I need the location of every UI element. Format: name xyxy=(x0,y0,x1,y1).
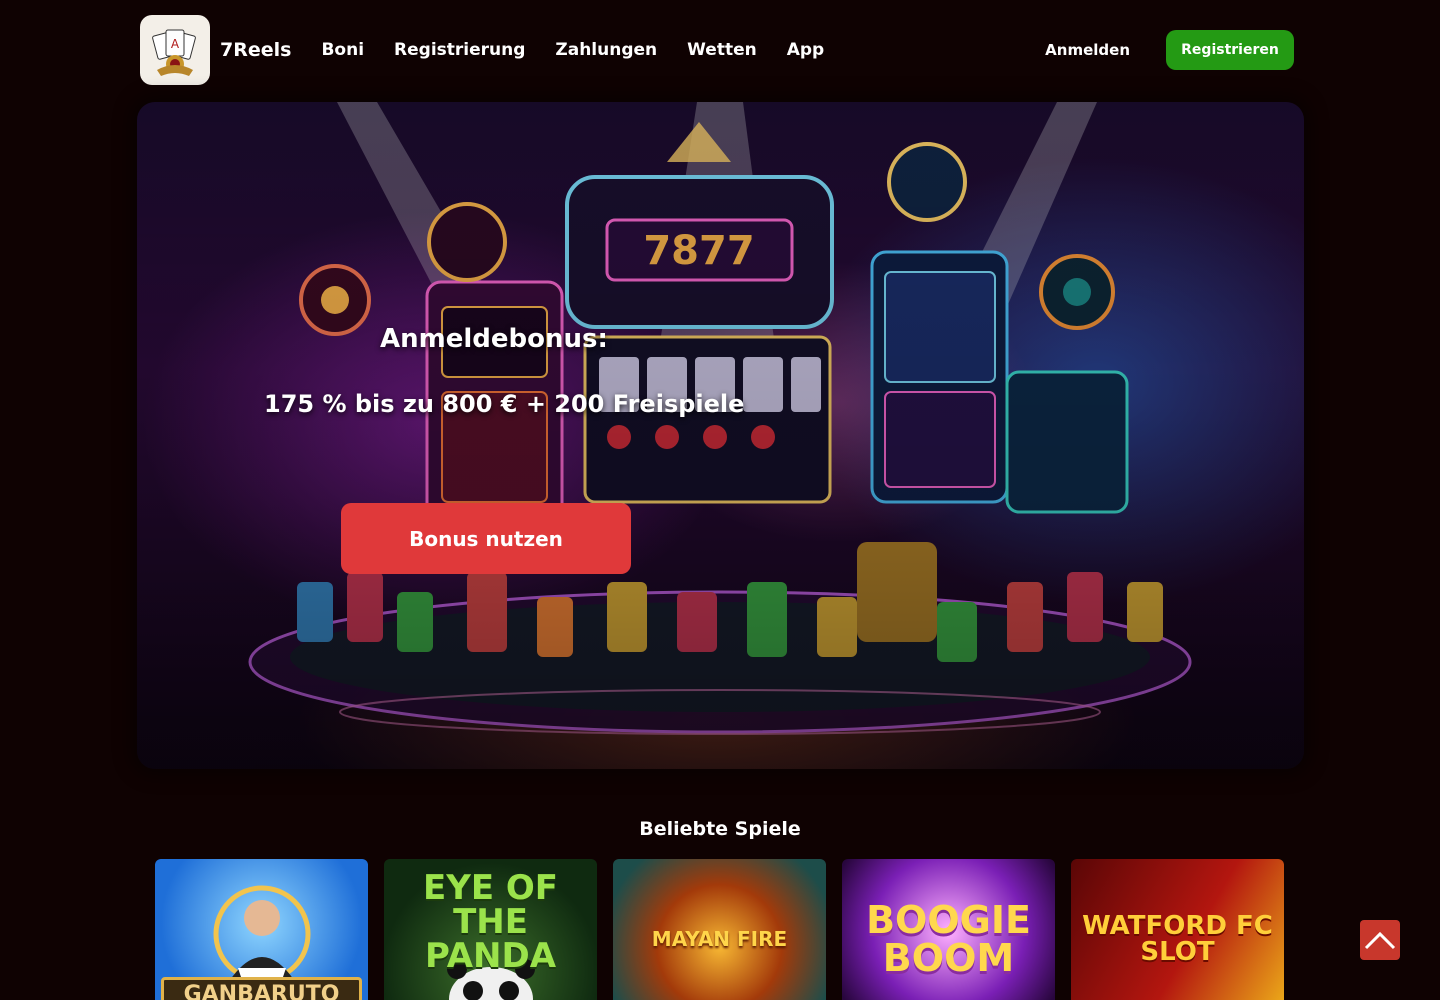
register-button[interactable]: Registrieren xyxy=(1166,30,1294,70)
hero-title: Anmeldebonus: xyxy=(380,324,608,354)
game-card-watford-fc-slot[interactable]: WATFORD FC SLOT xyxy=(1071,859,1284,1000)
hero-bonus-text: 175 % bis zu 800 € + 200 Freispiele xyxy=(264,390,745,418)
main-nav: Boni Registrierung Zahlungen Wetten App xyxy=(321,40,824,60)
svg-text:A: A xyxy=(171,37,180,51)
bonus-cta-button[interactable]: Bonus nutzen xyxy=(341,503,631,574)
nav-boni[interactable]: Boni xyxy=(321,40,364,60)
hero-overlay xyxy=(137,102,1304,769)
game-title: BOOGIE BOOM xyxy=(866,898,1031,980)
nav-registrierung[interactable]: Registrierung xyxy=(394,40,525,60)
game-card-ganbaruto[interactable]: GANBARUTO xyxy=(155,859,368,1000)
site-header: A 7Reels Boni Registrierung Zahlungen We… xyxy=(140,15,1294,85)
game-card-boogie-boom[interactable]: BOOGIE BOOM xyxy=(842,859,1055,1000)
popular-games-list: GANBARUTO EYE OF THE PANDA MAYAN FIRE BO… xyxy=(155,859,1284,1000)
game-title: GANBARUTO xyxy=(161,977,362,1000)
nav-wetten[interactable]: Wetten xyxy=(687,40,757,60)
brand-name[interactable]: 7Reels xyxy=(220,39,291,61)
game-card-eye-of-the-panda[interactable]: EYE OF THE PANDA xyxy=(384,859,597,1000)
header-actions: Anmelden Registrieren xyxy=(1045,30,1294,70)
chevron-up-icon xyxy=(1364,931,1396,950)
login-link[interactable]: Anmelden xyxy=(1045,41,1130,59)
game-title: WATFORD FC SLOT xyxy=(1082,911,1273,967)
popular-games-title: Beliebte Spiele xyxy=(639,818,801,840)
nav-app[interactable]: App xyxy=(787,40,825,60)
nav-zahlungen[interactable]: Zahlungen xyxy=(555,40,657,60)
game-card-mayan-fire[interactable]: MAYAN FIRE xyxy=(613,859,826,1000)
hero-banner: 7877 xyxy=(137,102,1304,769)
casino-logo-icon[interactable]: A xyxy=(140,15,210,85)
scroll-to-top-button[interactable] xyxy=(1360,920,1400,960)
game-title: EYE OF THE PANDA xyxy=(422,868,559,976)
game-title: MAYAN FIRE xyxy=(651,927,788,951)
